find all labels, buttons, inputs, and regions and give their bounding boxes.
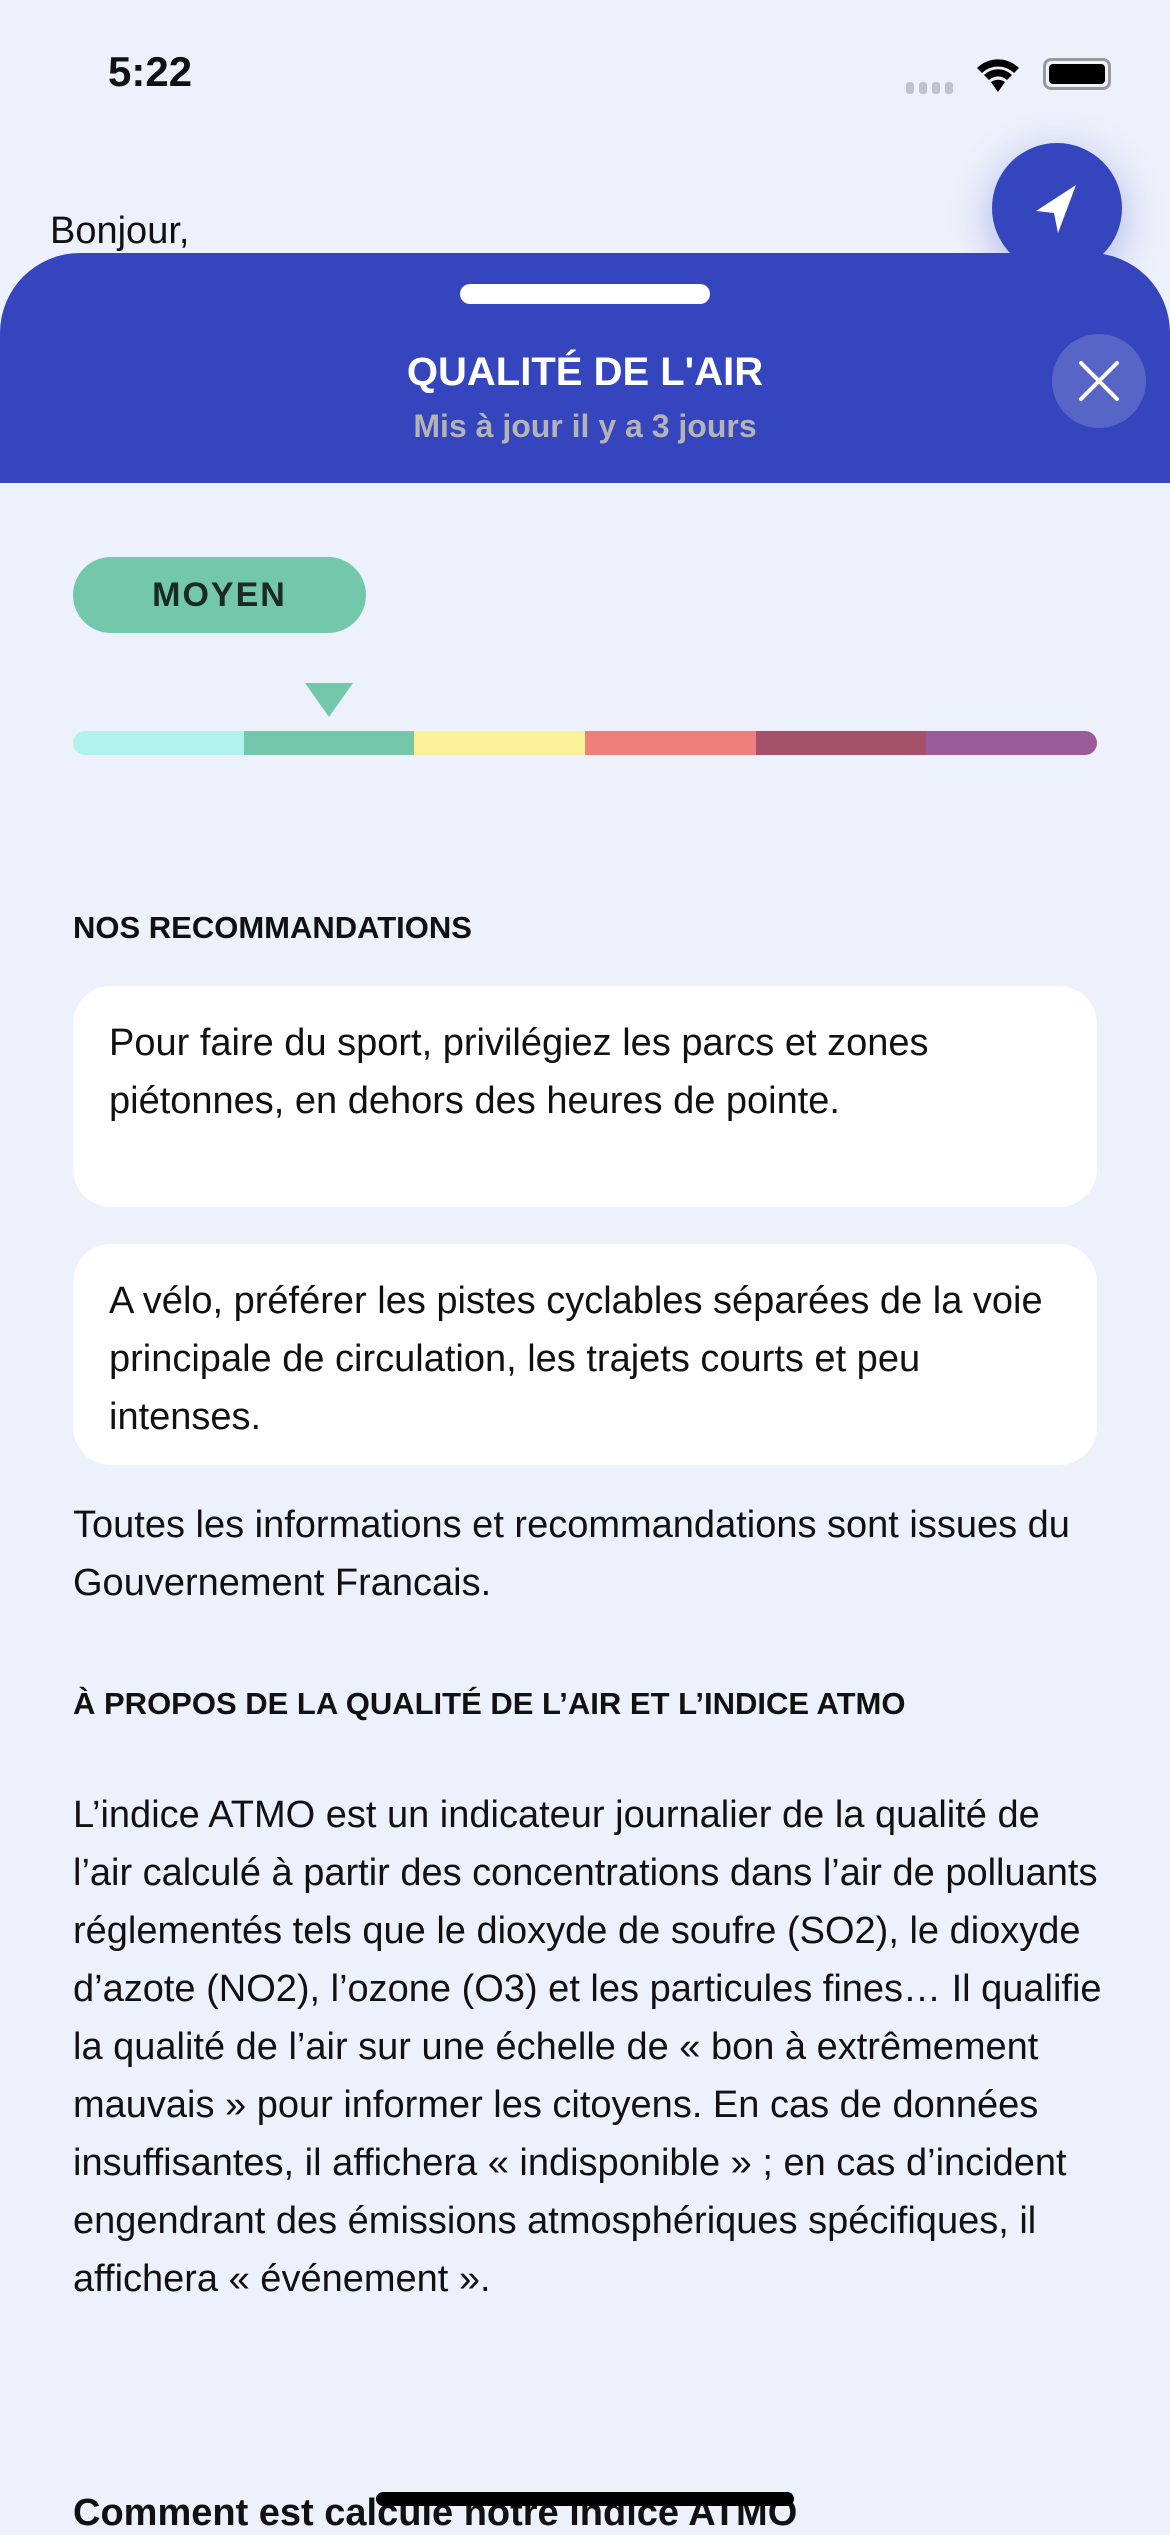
greeting: Bonjour, [50,210,190,252]
recommendations-heading: NOS RECOMMANDATIONS [73,910,472,945]
recommendation-card: A vélo, préférer les pistes cyclables sé… [73,1244,1097,1465]
level-indicator-triangle [305,683,353,717]
status-time: 5:22 [108,48,193,95]
air-quality-level-badge: MOYEN [73,557,366,633]
wifi-icon [977,59,1019,92]
drag-handle[interactable] [460,284,710,304]
location-arrow-icon [1036,185,1076,233]
source-note: Toutes les informations et recommandatio… [73,1504,1070,1604]
battery-icon [1043,58,1111,90]
scale-segment-5 [755,731,927,755]
sheet-title: QUALITÉ DE L'AIR [406,350,764,394]
about-heading: À PROPOS DE LA QUALITÉ DE L’AIR ET L’IND… [73,1686,906,1721]
cellular-signal-icon [906,82,953,94]
close-button[interactable] [1052,334,1146,428]
scale-segment-2 [243,731,415,755]
recommendation-card: Pour faire du sport, privilégiez les par… [73,986,1097,1207]
air-quality-scale [73,731,1097,755]
scale-segment-3 [414,731,586,755]
scale-segment-6 [926,731,1097,755]
scale-segment-1 [73,731,244,755]
close-icon [1079,361,1119,401]
home-indicator[interactable] [376,2492,794,2506]
scale-segment-4 [585,731,756,755]
sheet-subtitle: Mis à jour il y a 3 jours [413,408,757,444]
about-text: L’indice ATMO est un indicateur journali… [73,1794,1102,2300]
